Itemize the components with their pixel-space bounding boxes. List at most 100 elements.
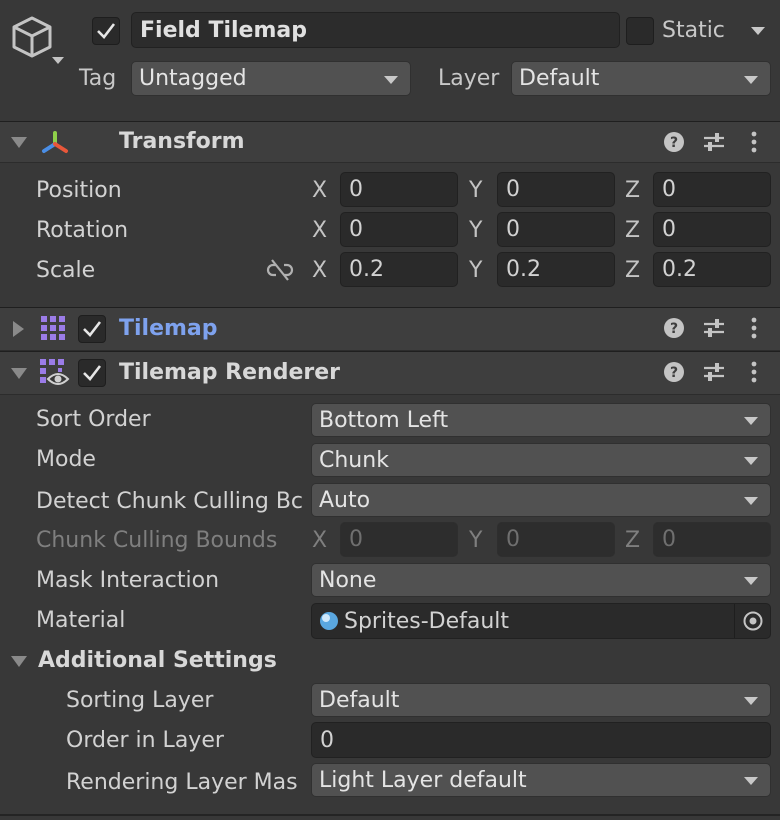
svg-text:?: ? [670, 365, 678, 381]
position-x-axis: X [312, 178, 328, 203]
presets-icon[interactable] [702, 361, 726, 383]
bottom-divider [0, 814, 780, 816]
rendering-layer-mask-label: Rendering Layer Mas [66, 770, 298, 795]
transform-foldout-icon[interactable] [11, 137, 27, 148]
tag-label: Tag [79, 66, 117, 91]
position-z-input[interactable]: 0 [653, 172, 771, 207]
rendering-layer-mask-value: Light Layer default [319, 767, 527, 793]
mask-interaction-dropdown[interactable]: None [311, 563, 771, 597]
position-z-axis: Z [625, 178, 641, 203]
constrain-proportions-icon[interactable] [266, 258, 294, 282]
checkmark-icon [97, 23, 116, 39]
detect-culling-dropdown[interactable]: Auto [311, 483, 771, 517]
scale-z-input[interactable]: 0.2 [653, 252, 771, 287]
chevron-down-icon [744, 497, 758, 505]
sort-order-label: Sort Order [36, 407, 151, 432]
presets-icon[interactable] [702, 317, 726, 339]
sort-order-value: Bottom Left [319, 407, 449, 433]
layer-dropdown[interactable]: Default [511, 61, 771, 96]
scale-x-input[interactable]: 0.2 [340, 252, 458, 287]
rotation-label: Rotation [36, 218, 129, 243]
tag-dropdown[interactable]: Untagged [131, 61, 411, 96]
rotation-x-input[interactable]: 0 [340, 212, 458, 247]
mode-dropdown[interactable]: Chunk [311, 443, 771, 477]
rotation-z-input[interactable]: 0 [653, 212, 771, 247]
sorting-layer-value: Default [319, 687, 400, 713]
tilemap-grid-icon [41, 316, 65, 340]
material-object-field[interactable]: Sprites-Default [311, 603, 771, 639]
presets-icon[interactable] [702, 131, 726, 153]
position-x-value: 0 [349, 177, 363, 202]
scale-y-input[interactable]: 0.2 [497, 252, 615, 287]
position-y-input[interactable]: 0 [497, 172, 615, 207]
help-icon[interactable]: ? [663, 317, 685, 339]
additional-settings-foldout-icon[interactable] [11, 656, 27, 667]
order-in-layer-input[interactable]: 0 [311, 722, 771, 758]
culling-bounds-y-axis: Y [469, 528, 483, 553]
scale-z-value: 0.2 [662, 257, 697, 282]
tilemap-foldout-icon[interactable] [13, 321, 24, 337]
chevron-down-icon [744, 457, 758, 465]
position-x-input[interactable]: 0 [340, 172, 458, 207]
culling-bounds-y-input: 0 [497, 522, 615, 557]
scale-x-axis: X [312, 258, 328, 283]
tilemap-title[interactable]: Tilemap [119, 318, 218, 340]
gameobject-icon[interactable] [10, 14, 66, 68]
mask-interaction-value: None [319, 567, 377, 593]
layer-value: Default [519, 66, 600, 91]
tilemap-renderer-icon [40, 359, 70, 387]
detect-culling-label: Detect Chunk Culling Bc [36, 489, 304, 514]
mode-label: Mode [36, 447, 96, 472]
additional-settings-title[interactable]: Additional Settings [38, 650, 277, 672]
rendering-layer-mask-dropdown[interactable]: Light Layer default [311, 763, 771, 797]
rotation-y-value: 0 [506, 217, 520, 242]
help-icon[interactable]: ? [663, 131, 685, 153]
object-name-value: Field Tilemap [140, 17, 307, 43]
renderer-foldout-icon[interactable] [11, 368, 27, 379]
order-in-layer-label: Order in Layer [66, 728, 224, 753]
detect-culling-label-wrap: Detect Chunk Culling Bc [36, 489, 306, 514]
culling-bounds-x-input: 0 [340, 522, 458, 557]
chevron-down-icon [744, 577, 758, 585]
position-label: Position [36, 178, 122, 203]
cube-icon [12, 16, 64, 64]
culling-bounds-x-value: 0 [349, 527, 363, 552]
svg-text:?: ? [670, 135, 678, 151]
scale-y-axis: Y [469, 258, 483, 283]
checkmark-icon [83, 365, 102, 381]
position-y-axis: Y [469, 178, 483, 203]
tilemap-enabled-checkbox[interactable] [78, 315, 106, 343]
renderer-title: Tilemap Renderer [119, 360, 340, 385]
more-options-icon[interactable] [748, 316, 760, 340]
material-value: Sprites-Default [344, 608, 510, 634]
rotation-x-value: 0 [349, 217, 363, 242]
rendering-layer-mask-label-wrap: Rendering Layer Mas [66, 770, 306, 795]
chevron-down-icon [751, 27, 765, 35]
scale-z-axis: Z [625, 258, 641, 283]
chevron-down-icon [744, 777, 758, 785]
sorting-layer-dropdown[interactable]: Default [311, 683, 771, 717]
sort-order-dropdown[interactable]: Bottom Left [311, 403, 771, 437]
culling-bounds-z-input: 0 [653, 522, 771, 557]
help-icon[interactable]: ? [663, 361, 685, 383]
material-sphere-icon [320, 612, 338, 630]
checkmark-icon [83, 321, 102, 337]
rotation-y-input[interactable]: 0 [497, 212, 615, 247]
static-checkbox[interactable] [626, 17, 654, 45]
more-options-icon[interactable] [748, 130, 760, 154]
rotation-y-axis: Y [469, 218, 483, 243]
svg-text:?: ? [670, 321, 678, 337]
detect-culling-value: Auto [319, 487, 371, 513]
chevron-down-icon [744, 417, 758, 425]
transform-icon [40, 130, 70, 156]
more-options-icon[interactable] [748, 360, 760, 384]
object-picker-button[interactable] [734, 604, 770, 638]
layer-label: Layer [438, 66, 500, 91]
material-label: Material [36, 608, 126, 633]
position-z-value: 0 [662, 177, 676, 202]
active-checkbox[interactable] [92, 17, 120, 45]
object-name-input[interactable]: Field Tilemap [131, 12, 620, 48]
static-dropdown-arrow[interactable] [750, 24, 766, 36]
sorting-layer-label: Sorting Layer [66, 688, 214, 713]
renderer-enabled-checkbox[interactable] [78, 359, 106, 387]
